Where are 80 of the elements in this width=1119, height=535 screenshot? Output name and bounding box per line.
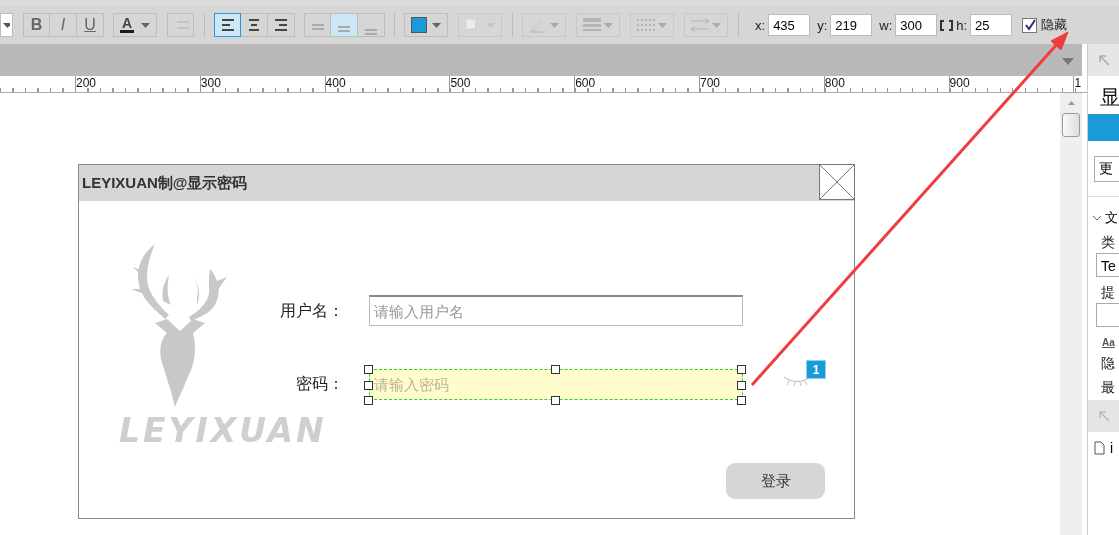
ruler-label: 200	[75, 76, 200, 92]
field-label: 用户名：	[280, 301, 344, 321]
bold-button[interactable]: B	[23, 13, 50, 37]
line-width-icon	[583, 18, 601, 32]
caret-icon	[658, 22, 667, 28]
caret-icon	[550, 22, 559, 28]
shadow-icon	[465, 18, 479, 32]
ruler-label: 1	[1073, 76, 1082, 92]
valign-top-button[interactable]	[304, 13, 331, 37]
field-label: h:	[956, 17, 968, 33]
panel-title: 显	[1099, 85, 1119, 110]
vertical-scrollbar[interactable]	[1060, 93, 1082, 535]
field-label: y:	[817, 17, 828, 33]
arrow-style-icon	[691, 18, 709, 32]
underline-button[interactable]: U	[77, 13, 104, 37]
font-color-dropdown[interactable]: A	[113, 13, 157, 37]
resize-handle[interactable]	[550, 365, 560, 374]
resize-handle[interactable]	[550, 396, 560, 405]
caret-icon[interactable]	[1062, 58, 1074, 65]
section-title: 文	[1105, 209, 1118, 227]
hide-label: 隐	[1100, 354, 1116, 372]
ruler-label: 500	[449, 76, 575, 92]
hint-label: 提	[1100, 283, 1116, 301]
ruler-label: 300	[199, 76, 325, 92]
close-icon[interactable]	[819, 164, 855, 200]
font-color-letter: A	[120, 17, 135, 33]
field-label: 密码：	[296, 374, 344, 394]
username-field[interactable]: 请输入用户名	[369, 295, 743, 326]
caret-icon	[712, 22, 721, 28]
file-icon	[1094, 441, 1105, 455]
login-button[interactable]: 登录	[726, 463, 825, 499]
ruler-label: 900	[948, 76, 1074, 92]
list-icon	[172, 19, 189, 31]
caret-icon	[432, 22, 441, 28]
valign-middle-icon	[338, 26, 350, 32]
scroll-up-icon[interactable]	[1067, 101, 1075, 105]
ruler-label: 400	[324, 76, 450, 92]
ruler-label: 700	[699, 76, 824, 92]
dialog-title: LEYIXUAN制@显示密码	[82, 173, 248, 193]
interaction-badge: 1	[806, 360, 826, 379]
type-label: 类	[1100, 233, 1116, 251]
caret-icon	[3, 22, 10, 28]
max-label: 最	[1100, 378, 1116, 396]
align-center-button[interactable]	[241, 13, 268, 37]
font-size-dropdown[interactable]	[0, 13, 13, 37]
caret-icon	[604, 22, 613, 28]
hide-checkbox[interactable]	[1022, 17, 1038, 33]
ruler-label: 600	[574, 76, 699, 92]
chevron-icon[interactable]	[1092, 215, 1102, 221]
ruler-label: 800	[823, 76, 949, 92]
align-left-button[interactable]	[214, 13, 241, 37]
checkbox-label: 隐藏	[1041, 16, 1068, 34]
arrow-icon[interactable]	[1098, 54, 1110, 66]
align-right-icon	[273, 17, 289, 33]
valign-bottom-icon	[365, 28, 377, 35]
lock-ratio-icon[interactable]	[940, 19, 954, 31]
field-label: x:	[755, 17, 766, 33]
scroll-thumb[interactable]	[1062, 113, 1080, 137]
font-icon[interactable]: Aa	[1088, 327, 1119, 348]
fill-color-dropdown[interactable]	[404, 13, 448, 37]
caret-icon	[141, 22, 150, 28]
valign-middle-button[interactable]	[331, 13, 358, 37]
line-color-dropdown[interactable]	[522, 13, 566, 37]
align-center-icon	[246, 17, 262, 33]
height-field[interactable]: 25	[970, 14, 1013, 36]
field-label: w:	[879, 17, 893, 33]
type-dropdown[interactable]: Te	[1096, 253, 1119, 277]
closed-eye-icon[interactable]	[783, 375, 811, 387]
align-right-button[interactable]	[268, 13, 295, 37]
password-field[interactable]: 请输入密码	[369, 369, 743, 400]
line-style-icon	[637, 18, 655, 32]
align-left-icon	[219, 17, 236, 33]
y-field[interactable]: 219	[830, 14, 873, 36]
valign-bottom-button[interactable]	[358, 13, 385, 37]
valign-top-icon	[311, 24, 324, 30]
x-field[interactable]: 435	[768, 14, 811, 36]
width-field[interactable]: 300	[895, 14, 938, 36]
italic-button[interactable]: I	[50, 13, 77, 37]
file-name[interactable]: i	[1110, 440, 1114, 456]
panel-button[interactable]: 更	[1094, 156, 1119, 182]
